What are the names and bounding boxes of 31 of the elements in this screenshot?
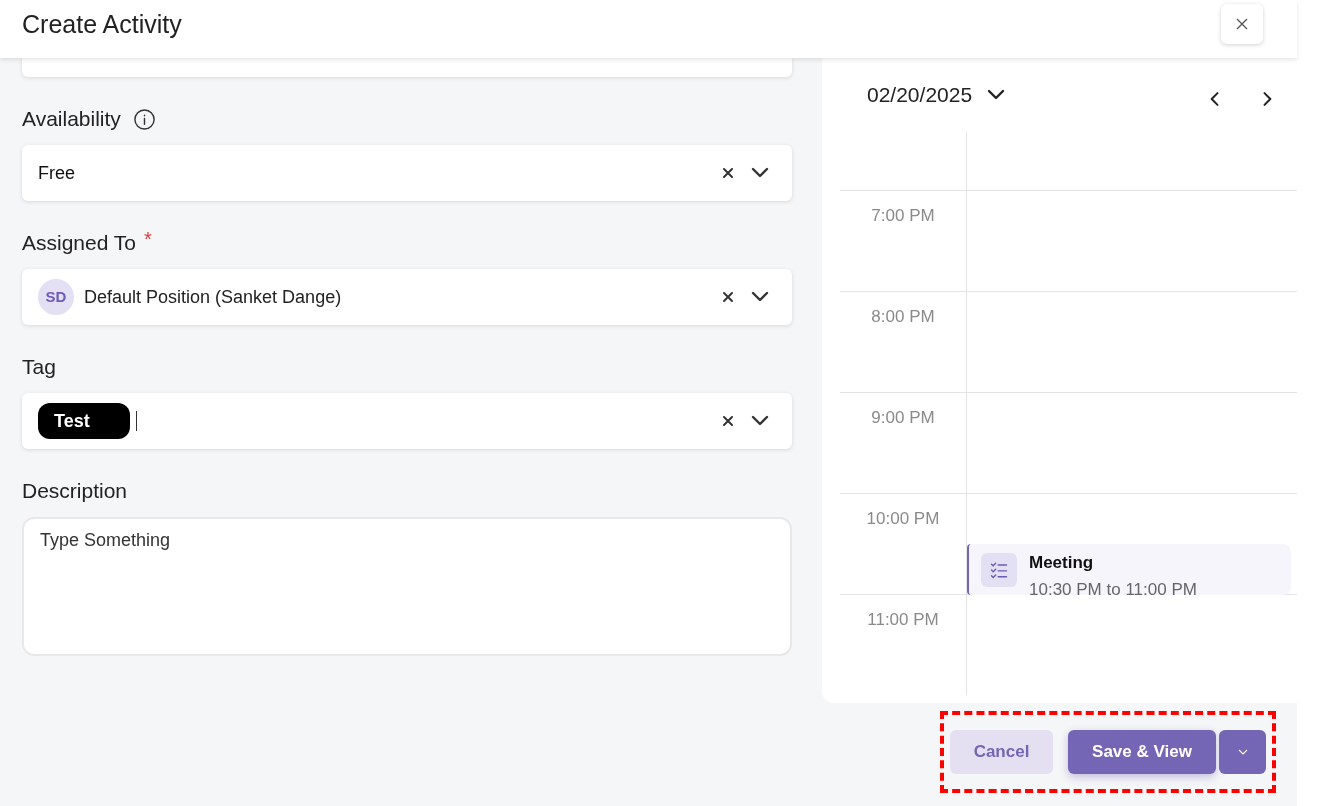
text-cursor: [136, 411, 137, 431]
cancel-button[interactable]: Cancel: [950, 730, 1053, 774]
clear-icon[interactable]: [720, 413, 736, 429]
info-icon[interactable]: [132, 107, 156, 131]
tag-chip[interactable]: Test: [38, 403, 130, 439]
field-label: Description: [22, 478, 128, 505]
required-asterisk: *: [144, 227, 152, 252]
save-and-view-button[interactable]: Save & View: [1068, 730, 1216, 774]
avatar: SD: [38, 279, 74, 315]
hour-label: 9:00 PM: [871, 407, 935, 429]
hour-label: 7:00 PM: [871, 205, 935, 227]
availability-select[interactable]: Free: [22, 145, 792, 201]
hour-label: 10:00 PM: [866, 508, 940, 530]
dialog-title: Create Activity: [22, 9, 182, 40]
tag-select[interactable]: Test: [22, 393, 792, 449]
date-label[interactable]: 02/20/2025: [867, 79, 973, 111]
select-value: Free: [38, 161, 75, 185]
clear-icon[interactable]: [720, 289, 736, 305]
form-field[interactable]: [22, 58, 792, 77]
checklist-icon: [981, 553, 1017, 587]
field-label: Assigned To: [22, 230, 137, 257]
event-title: Meeting: [1029, 552, 1095, 574]
description-field[interactable]: Type Something: [22, 517, 792, 656]
clear-icon[interactable]: [720, 165, 736, 181]
hour-label: 8:00 PM: [871, 306, 935, 328]
hour-label: 11:00 PM: [867, 609, 939, 631]
field-label: Tag: [22, 354, 56, 381]
select-value: Default Position (Sanket Dange): [84, 285, 342, 309]
assignee-select[interactable]: SD Default Position (Sanket Dange): [22, 269, 792, 325]
event-card[interactable]: Meeting 10:30 PM to 11:00 PM: [967, 544, 1291, 595]
field-label: Availability: [22, 106, 121, 133]
